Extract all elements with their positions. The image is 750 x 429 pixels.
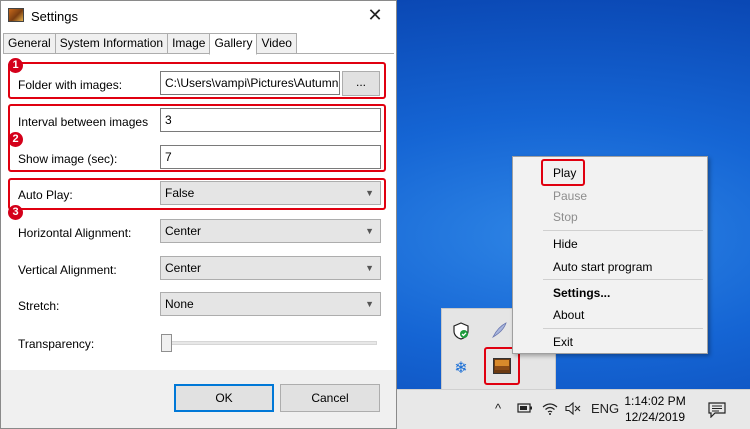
chevron-down-icon: ▼ <box>365 299 374 309</box>
stretch-value: None <box>165 297 194 311</box>
highlight-box-1 <box>8 62 386 99</box>
highlight-box-3 <box>8 178 386 210</box>
menu-separator <box>543 230 703 231</box>
taskbar-clock[interactable]: 1:14:02 PM 12/24/2019 <box>619 393 691 425</box>
defender-shield-icon[interactable] <box>452 322 470 340</box>
menu-item-pause: Pause <box>553 189 588 203</box>
stretch-select[interactable]: None ▼ <box>160 292 381 316</box>
chevron-down-icon: ▼ <box>365 263 374 273</box>
chevron-up-icon[interactable]: ^ <box>495 402 501 416</box>
menu-separator <box>543 328 703 329</box>
settings-window: Settings ✕ General System Information Im… <box>0 0 397 429</box>
stretch-label: Stretch: <box>18 299 60 313</box>
tab-system-information[interactable]: System Information <box>54 33 169 54</box>
horizontal-alignment-select[interactable]: Center ▼ <box>160 219 381 243</box>
horizontal-alignment-label: Horizontal Alignment: <box>18 226 132 240</box>
transparency-slider-track[interactable] <box>161 341 377 345</box>
title-bar: Settings ✕ <box>1 1 396 31</box>
ok-button[interactable]: OK <box>174 384 274 412</box>
clock-time: 1:14:02 PM <box>624 394 686 408</box>
menu-separator <box>543 279 703 280</box>
tab-image[interactable]: Image <box>167 33 211 54</box>
menu-item-auto-start[interactable]: Auto start program <box>553 260 652 274</box>
snowflake-icon[interactable]: ❄ <box>452 360 470 378</box>
callout-badge-2: 2 <box>8 132 23 147</box>
wifi-icon[interactable] <box>542 402 558 418</box>
battery-plug-icon[interactable] <box>517 402 533 417</box>
tab-gallery[interactable]: Gallery <box>209 33 258 55</box>
notification-center-icon[interactable] <box>708 402 726 421</box>
tab-strip: General System Information Image Gallery… <box>3 33 297 55</box>
close-button[interactable]: ✕ <box>354 1 396 31</box>
menu-item-settings[interactable]: Settings... <box>553 286 610 300</box>
gallery-panel <box>3 53 394 371</box>
dialog-footer: OK Cancel <box>1 370 396 428</box>
menu-item-stop: Stop <box>553 210 578 224</box>
transparency-label: Transparency: <box>18 337 95 351</box>
tray-context-menu: Play Pause Stop Hide Auto start program … <box>512 156 708 354</box>
slideshow-app-icon[interactable] <box>493 358 511 376</box>
callout-badge-3: 3 <box>8 205 23 220</box>
menu-item-about[interactable]: About <box>553 308 584 322</box>
menu-item-play[interactable]: Play <box>553 166 576 180</box>
cancel-button[interactable]: Cancel <box>280 384 380 412</box>
menu-item-exit[interactable]: Exit <box>553 335 573 349</box>
feather-icon[interactable] <box>490 321 508 339</box>
vertical-alignment-value: Center <box>165 261 202 275</box>
taskbar: ^ ENG 1:14:02 PM 12/24/2019 <box>397 389 750 429</box>
app-icon <box>8 8 24 22</box>
chevron-down-icon: ▼ <box>365 226 374 236</box>
language-indicator[interactable]: ENG <box>591 402 619 416</box>
clock-date: 12/24/2019 <box>624 410 686 424</box>
volume-muted-icon[interactable] <box>565 401 581 418</box>
transparency-slider-thumb[interactable] <box>161 334 172 352</box>
horizontal-alignment-value: Center <box>165 224 202 238</box>
menu-item-hide[interactable]: Hide <box>553 237 578 251</box>
tab-general[interactable]: General <box>3 33 56 54</box>
callout-badge-1: 1 <box>8 58 23 73</box>
window-title: Settings <box>31 9 78 24</box>
vertical-alignment-label: Vertical Alignment: <box>18 263 117 277</box>
vertical-alignment-select[interactable]: Center ▼ <box>160 256 381 280</box>
highlight-box-2 <box>8 104 386 172</box>
tab-video[interactable]: Video <box>256 33 297 54</box>
